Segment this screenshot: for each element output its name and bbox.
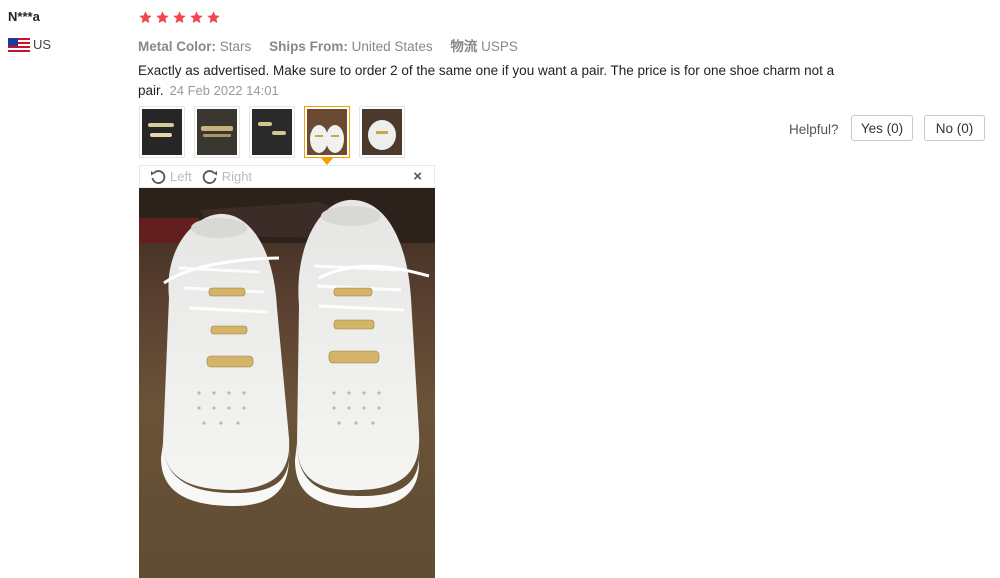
attr-value: Stars bbox=[219, 39, 252, 54]
sneakers-photo bbox=[139, 188, 435, 578]
attr-logistics: 物流 USPS bbox=[450, 39, 518, 54]
thumbnail-image bbox=[252, 109, 292, 155]
selected-caret bbox=[321, 158, 333, 165]
thumbnail-image bbox=[197, 109, 237, 155]
thumbnail-image bbox=[142, 109, 182, 155]
attr-value: United States bbox=[351, 39, 433, 54]
rotate-right-button[interactable]: Right bbox=[202, 169, 252, 185]
attr-label: Ships From: bbox=[269, 39, 348, 54]
thumbnail-image bbox=[307, 109, 347, 155]
review-photo bbox=[139, 188, 435, 578]
close-viewer-button[interactable]: × bbox=[413, 168, 422, 185]
star-icon bbox=[139, 11, 152, 24]
rotate-left-button[interactable]: Left bbox=[150, 169, 192, 185]
thumbnail-3[interactable] bbox=[249, 106, 295, 158]
rotate-left-label: Left bbox=[170, 169, 192, 184]
star-icon bbox=[190, 11, 203, 24]
attr-label: Metal Color: bbox=[138, 39, 217, 54]
photo-viewer-toolbar: Left Right × bbox=[139, 165, 435, 188]
order-attributes: Metal Color: Stars Ships From: United St… bbox=[138, 35, 532, 55]
rotate-right-label: Right bbox=[221, 169, 253, 184]
thumbnail-5[interactable] bbox=[359, 106, 405, 158]
helpful-yes-button[interactable]: Yes (0) bbox=[851, 115, 913, 141]
thumbnail-image bbox=[362, 109, 402, 155]
country-code: US bbox=[33, 37, 52, 52]
attr-value: USPS bbox=[481, 39, 518, 54]
helpful-no-button[interactable]: No (0) bbox=[924, 115, 985, 141]
review-date: 24 Feb 2022 14:01 bbox=[169, 83, 279, 98]
attr-label: 物流 bbox=[450, 39, 478, 54]
photo-thumbnails bbox=[139, 106, 405, 165]
star-icon bbox=[156, 11, 169, 24]
star-icon bbox=[207, 11, 220, 24]
thumbnail-4-selected[interactable] bbox=[304, 106, 350, 165]
helpful-label: Helpful? bbox=[789, 122, 839, 137]
review-body: Exactly as advertised. Make sure to orde… bbox=[138, 61, 878, 101]
reviewer-name: N***a bbox=[8, 9, 40, 24]
thumbnail-1[interactable] bbox=[139, 106, 185, 158]
attr-ships-from: Ships From: United States bbox=[269, 39, 433, 54]
star-rating bbox=[138, 10, 221, 25]
rotate-left-icon bbox=[151, 169, 166, 184]
rotate-right-icon bbox=[202, 169, 217, 184]
reviewer-country: US bbox=[8, 37, 51, 52]
thumbnail-2[interactable] bbox=[194, 106, 240, 158]
star-icon bbox=[173, 11, 186, 24]
attr-metal-color: Metal Color: Stars bbox=[138, 39, 251, 54]
us-flag-icon bbox=[8, 37, 30, 52]
